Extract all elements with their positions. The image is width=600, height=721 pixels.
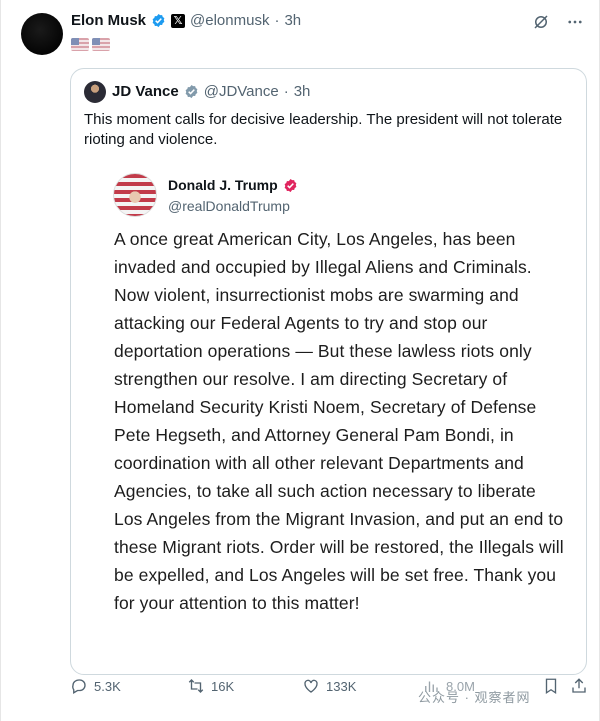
author-name[interactable]: Elon Musk [71, 12, 146, 29]
quoted-post-time[interactable]: 3h [294, 83, 311, 100]
quoted-header: JD Vance @JDVance · 3h [112, 83, 310, 100]
us-flag-icon [71, 38, 89, 51]
like-icon [304, 679, 318, 693]
like-button[interactable]: 133K [302, 677, 356, 695]
verified-badge-icon [284, 178, 297, 192]
us-flag-icon [92, 38, 110, 51]
bookmark-button[interactable] [542, 677, 560, 695]
reply-icon [72, 679, 86, 694]
watermark: 公众号 · 观察者网 [418, 690, 531, 705]
post-time[interactable]: 3h [284, 12, 301, 29]
grok-icon[interactable] [531, 12, 551, 32]
embedded-author-handle: @realDonaldTrump [168, 198, 290, 214]
repost-icon [188, 679, 204, 693]
author-handle[interactable]: @elonmusk [190, 12, 269, 29]
repost-count: 16K [211, 678, 235, 694]
more-icon[interactable] [565, 12, 585, 32]
bio-flags [71, 38, 110, 51]
reply-button[interactable]: 5.3K [70, 677, 121, 695]
repost-button[interactable]: 16K [187, 677, 234, 695]
embedded-author-name: Donald J. Trump [168, 177, 278, 193]
verified-badge-icon [185, 84, 198, 99]
bookmark-icon [545, 678, 557, 695]
quoted-author-handle[interactable]: @JDVance [204, 83, 279, 100]
quoted-post-text: This moment calls for decisive leadershi… [84, 111, 563, 148]
quoted-avatar[interactable] [84, 81, 106, 103]
verified-badge-icon [152, 13, 165, 28]
quoted-post[interactable]: JD Vance @JDVance · 3h This moment calls… [70, 68, 587, 675]
embedded-header: Donald J. Trump [168, 177, 298, 193]
post-card: Elon Musk 𝕏 @elonmusk · 3h JD Vance @JDV [0, 0, 600, 721]
reply-count: 5.3K [94, 678, 121, 694]
share-icon [572, 678, 586, 693]
separator-dot: · [274, 12, 280, 29]
share-button[interactable] [570, 677, 588, 695]
embedded-post-text: A once great American City, Los Angeles,… [114, 229, 564, 613]
post-header: Elon Musk 𝕏 @elonmusk · 3h [71, 12, 301, 29]
separator-dot: · [283, 83, 289, 100]
x-logo-icon: 𝕏 [171, 13, 186, 28]
like-count: 133K [326, 678, 357, 694]
avatar[interactable] [21, 13, 63, 55]
quoted-author-name[interactable]: JD Vance [112, 83, 179, 100]
top-actions [531, 12, 585, 32]
embedded-avatar [113, 173, 157, 217]
